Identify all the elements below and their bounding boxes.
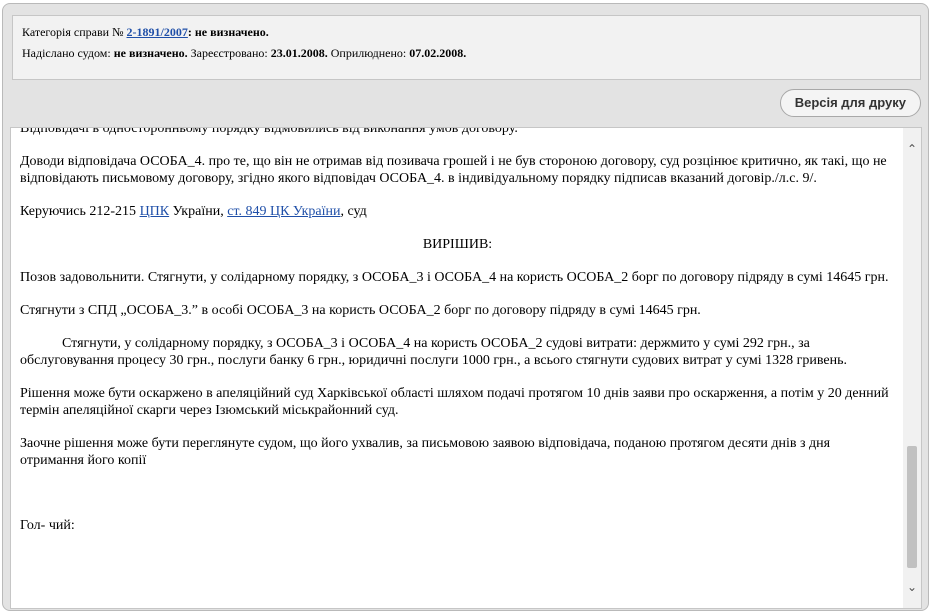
case-dates-line: Надіслано судом: не визначено. Зареєстро… <box>22 46 466 61</box>
paragraph: Рішення може бути оскаржено в апеляційни… <box>20 386 889 418</box>
decision-heading: ВИРІШИВ: <box>422 237 493 252</box>
paragraph: Заочне рішення може бути переглянуте суд… <box>20 436 831 468</box>
case-category-value: : не визначено. <box>187 25 269 39</box>
case-info-box: Категорія справи № 2-1891/2007: не визна… <box>12 15 921 80</box>
legal-basis-text: , суд <box>340 204 367 219</box>
cpk-link[interactable]: ЦПК <box>140 204 170 219</box>
document-content[interactable]: Відповідачі в односторонньому порядку ві… <box>10 127 922 609</box>
signature-line: Гол- чий: <box>20 518 75 533</box>
scrollbar-thumb[interactable] <box>907 446 917 568</box>
paragraph: Доводи відповідача ОСОБА_4. про те, що в… <box>20 154 887 186</box>
case-number-link[interactable]: 2-1891/2007 <box>127 25 188 39</box>
sent-value: не визначено. <box>113 46 188 60</box>
sent-label: Надіслано судом: <box>22 46 111 60</box>
legal-basis-paragraph: Керуючись 212-215 ЦПК України, ст. 849 Ц… <box>20 203 895 220</box>
paragraph: Відповідачі в односторонньому порядку ві… <box>20 127 518 136</box>
vertical-scrollbar[interactable]: ⌃ ⌄ <box>903 128 921 608</box>
chevron-up-icon[interactable]: ⌃ <box>903 140 921 158</box>
registered-value: 23.01.2008. <box>270 46 328 60</box>
paragraph: Стягнути, у солідарному порядку, з ОСОБА… <box>20 336 848 368</box>
published-value: 07.02.2008. <box>409 46 467 60</box>
paragraph: Стягнути з СПД „ОСОБА_3.” в особі ОСОБА_… <box>20 303 701 318</box>
document-text: Відповідачі в односторонньому порядку ві… <box>20 127 895 550</box>
chevron-down-icon[interactable]: ⌄ <box>903 578 921 596</box>
case-category-label: Категорія справи № <box>22 25 124 39</box>
print-version-button[interactable]: Версія для друку <box>779 89 921 117</box>
ck-article-link[interactable]: ст. 849 ЦК України <box>227 204 340 219</box>
legal-basis-text: України, <box>169 204 228 219</box>
legal-basis-text: Керуючись 212-215 <box>20 204 140 219</box>
published-label: Оприлюднено: <box>330 46 407 60</box>
case-category-line: Категорія справи № 2-1891/2007: не визна… <box>22 25 269 40</box>
registered-label: Зареєстровано: <box>190 46 268 60</box>
document-panel: Категорія справи № 2-1891/2007: не визна… <box>2 3 929 611</box>
paragraph: Позов задовольнити. Стягнути, у солідарн… <box>20 270 889 285</box>
